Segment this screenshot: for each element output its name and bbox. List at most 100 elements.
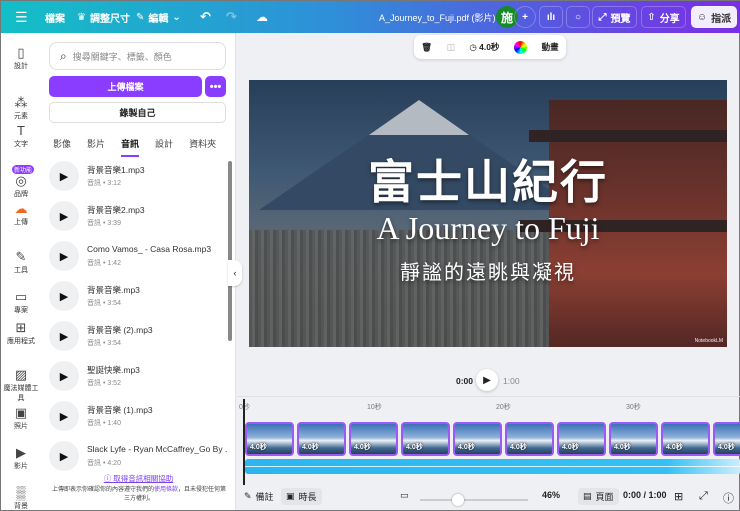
audio-item[interactable]: ▶ 背景音樂 (2).mp3 音訊 • 3:54 (49, 318, 227, 358)
animate-button[interactable]: 動畫 (542, 41, 559, 53)
audio-item[interactable]: ▶ 背景音樂1.mp3 音訊 • 3:12 (49, 158, 227, 198)
uploads-panel: ⌕ 搜尋關鍵字、標籤、顏色 上傳檔案 ••• 錄製自己 影像 影片 音訊 設計 資… (41, 33, 236, 510)
zoom-level[interactable]: 46% (542, 490, 560, 500)
rail-item[interactable]: ▣ 照片 (1, 405, 41, 431)
audio-meta: 音訊 • 4:20 (87, 460, 121, 467)
upload-icon: ⇧ (647, 11, 656, 23)
record-yourself-button[interactable]: 錄製自己 (49, 102, 226, 123)
pages-button[interactable]: ▤ 頁面 (578, 488, 619, 505)
assign-button[interactable]: ☺ 指派 (691, 6, 737, 28)
clip-duration: 4.0秒 (354, 444, 371, 451)
collapse-panel-button[interactable]: ‹ (228, 260, 242, 286)
file-menu[interactable]: 檔案 (45, 10, 65, 25)
audio-item[interactable]: ▶ 背景音樂 (1).mp3 音訊 • 1:40 (49, 398, 227, 438)
rail-item[interactable]: ▭ 專案 (1, 289, 41, 315)
play-icon[interactable]: ▶ (49, 241, 79, 271)
split-icon[interactable]: ◫ (447, 42, 455, 53)
fullscreen-icon[interactable]: ⤢ (699, 490, 708, 503)
timeline-clip[interactable]: 4.0秒 (297, 422, 346, 456)
scrollbar[interactable] (228, 161, 232, 341)
ruler-tick: 10秒 (367, 404, 382, 411)
timeline-clip[interactable]: 4.0秒 (401, 422, 450, 456)
timeline-clip[interactable]: 4.0秒 (661, 422, 710, 456)
slide-title[interactable]: 富士山紀行 (249, 146, 727, 212)
play-button[interactable]: ▶ (476, 369, 498, 391)
duration-button[interactable]: ◷ 4.0秒 (469, 41, 499, 53)
zoom-slider[interactable] (420, 499, 528, 501)
play-icon[interactable]: ▶ (49, 401, 79, 431)
timeline-clip[interactable]: 4.0秒 (245, 422, 294, 456)
slide-tagline[interactable]: 靜謐的遠眺與凝視 (249, 256, 727, 285)
rail-item[interactable]: ▶ 影片 (1, 445, 41, 471)
timeline-clip[interactable]: 4.0秒 (609, 422, 658, 456)
play-icon[interactable]: ▶ (49, 281, 79, 311)
audio-track[interactable] (245, 459, 740, 474)
color-wheel-icon[interactable] (514, 40, 528, 54)
rail-icon: ▒ (16, 485, 26, 500)
rail-item[interactable]: ▨ 魔法媒體工具 (1, 367, 41, 403)
rail-item[interactable]: ▯ 設計 (1, 45, 41, 71)
tab-folders[interactable]: 資料夾 (189, 137, 216, 157)
duration-toggle[interactable]: ▣ 時長 (281, 488, 322, 505)
play-icon[interactable]: ▶ (49, 201, 79, 231)
rail-icon: ◎ (15, 173, 27, 188)
preview-button[interactable]: ⤢ 預覽 (592, 6, 637, 28)
rail-item[interactable]: 新功能 ◎ 品牌 (1, 165, 41, 199)
audio-item[interactable]: ▶ 聖誕快樂.mp3 音訊 • 3:52 (49, 358, 227, 398)
timeline-clip[interactable]: 4.0秒 (557, 422, 606, 456)
audio-item[interactable]: ▶ 背景音樂.mp3 音訊 • 3:54 (49, 278, 227, 318)
menu-icon[interactable]: ☰ (15, 9, 28, 26)
rail-item[interactable]: ▒ 背景 (1, 485, 41, 511)
total-time: 1:00 (503, 376, 520, 386)
insights-icon[interactable]: ılı (539, 6, 563, 28)
resize-button[interactable]: ♛ 調整尺寸 (77, 10, 130, 25)
upload-files-button[interactable]: 上傳檔案 (49, 76, 202, 97)
notes-button[interactable]: ✎ 備註 (244, 490, 274, 503)
audio-name: 背景音樂1.mp3 (87, 165, 145, 175)
slide-canvas[interactable]: 富士山紀行 A Journey to Fuji 靜謐的遠眺與凝視 Noteboo… (249, 80, 727, 347)
undo-icon[interactable]: ↶ (200, 9, 211, 25)
terms-link[interactable]: 使用條款 (154, 487, 178, 493)
tab-audio[interactable]: 音訊 (121, 137, 140, 157)
audio-meta: 音訊 • 3:54 (87, 300, 121, 307)
rail-item[interactable]: T 文字 (1, 123, 41, 149)
timeline-clip[interactable]: 4.0秒 (713, 422, 740, 456)
audio-item[interactable]: ▶ 背景音樂2.mp3 音訊 • 3:39 (49, 198, 227, 238)
cloud-saved-icon[interactable]: ☁ (256, 10, 268, 24)
search-input[interactable]: ⌕ 搜尋關鍵字、標籤、顏色 (49, 42, 226, 70)
tab-images[interactable]: 影像 (53, 137, 71, 157)
play-icon[interactable]: ▶ (49, 441, 79, 471)
tab-videos[interactable]: 影片 (87, 137, 105, 157)
rail-item[interactable]: ☁ 上傳 (1, 201, 41, 227)
comment-icon[interactable]: ○ (566, 6, 590, 28)
rail-item[interactable]: ⊞ 應用程式 (1, 320, 41, 346)
tab-designs[interactable]: 設計 (155, 137, 173, 157)
audio-item[interactable]: ▶ Como Vamos_ - Casa Rosa.mp3 音訊 • 1:42 (49, 238, 227, 278)
playhead[interactable] (243, 399, 245, 485)
rail-icon: ▨ (14, 367, 28, 382)
timeline-clip[interactable]: 4.0秒 (349, 422, 398, 456)
share-button[interactable]: ⇧ 分享 (641, 6, 686, 28)
edit-menu[interactable]: ✎ 編輯 ⌄ (136, 10, 181, 25)
rail-item[interactable]: ✎ 工具 (1, 249, 41, 275)
zoom-slider-handle[interactable] (451, 494, 464, 506)
redo-icon[interactable]: ↷ (226, 9, 237, 25)
add-collaborator-button[interactable]: + (514, 6, 536, 28)
play-icon[interactable]: ▶ (49, 161, 79, 191)
timeline-clip[interactable]: 4.0秒 (505, 422, 554, 456)
grid-view-icon[interactable]: ⊞ (674, 490, 683, 503)
more-options-button[interactable]: ••• (205, 76, 226, 97)
rail-item[interactable]: ⁂ 元素 (1, 95, 41, 121)
audio-item[interactable]: ▶ Slack Lyfe - Ryan McCaffrey_Go By ... 音訊… (49, 438, 227, 478)
slide-subtitle[interactable]: A Journey to Fuji (249, 210, 727, 247)
timeline-clip[interactable]: 4.0秒 (453, 422, 502, 456)
thumbnail-icon[interactable]: ▭ (400, 490, 409, 501)
audio-name: 背景音樂 (2).mp3 (87, 325, 153, 335)
trash-icon[interactable]: 🗑 (421, 42, 432, 53)
audio-help-link[interactable]: ⓘ 取得音訊相關協助 (41, 473, 236, 484)
play-icon[interactable]: ▶ (49, 361, 79, 391)
document-title[interactable]: A_Journey_to_Fuji.pdf (影片) (379, 11, 496, 24)
play-icon[interactable]: ▶ (49, 321, 79, 351)
help-icon[interactable]: ⓘ (723, 490, 734, 506)
audio-meta: 音訊 • 3:54 (87, 340, 121, 347)
